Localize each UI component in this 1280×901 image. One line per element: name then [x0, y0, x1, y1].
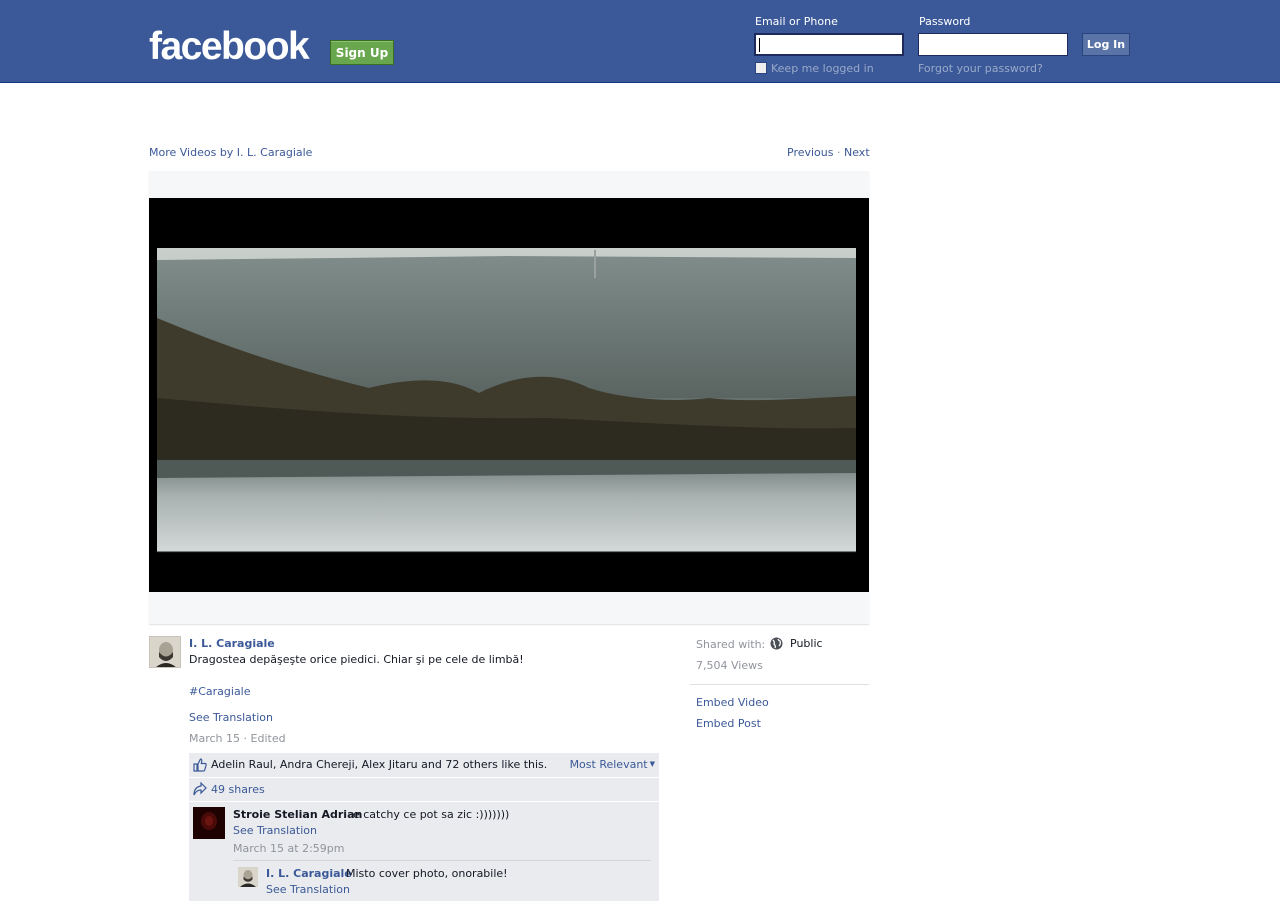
reply-see-translation-link[interactable]: See Translation — [266, 883, 350, 896]
post-timestamp[interactable]: March 15 · Edited — [189, 732, 286, 745]
reply-author-name[interactable]: I. L. Caragiale — [266, 867, 352, 880]
like-thumb-icon[interactable] — [193, 758, 207, 772]
sort-comments-dropdown[interactable]: Most Relevant ▼ — [570, 758, 655, 771]
hashtag-link[interactable]: #Caragiale — [189, 685, 251, 698]
sort-label: Most Relevant — [569, 758, 648, 771]
more-videos-link[interactable]: More Videos by I. L. Caragiale — [149, 146, 312, 159]
comment-text: e catchy ce pot sa zic :))))))) — [353, 808, 510, 821]
reply-author-avatar[interactable] — [238, 867, 258, 887]
shares-row: 49 shares — [189, 778, 659, 802]
likes-summary[interactable]: Adelin Raul, Andra Chereji, Alex Jitaru … — [211, 758, 547, 771]
next-link[interactable]: Next — [844, 146, 870, 159]
password-input[interactable] — [918, 33, 1068, 56]
post-author-name[interactable]: I. L. Caragiale — [189, 637, 275, 650]
email-label: Email or Phone — [755, 15, 838, 28]
reply-divider — [233, 860, 651, 861]
commenter-name[interactable]: Stroie Stelian Adrian — [233, 808, 362, 821]
commenter-avatar[interactable] — [193, 807, 225, 839]
likes-row: Adelin Raul, Andra Chereji, Alex Jitaru … — [189, 753, 659, 778]
author-avatar[interactable] — [149, 636, 181, 668]
embed-post-link[interactable]: Embed Post — [696, 717, 761, 730]
password-label: Password — [919, 15, 971, 28]
comment-see-translation-link[interactable]: See Translation — [233, 824, 317, 837]
feedback-panel: Adelin Raul, Andra Chereji, Alex Jitaru … — [189, 753, 659, 901]
reply-author-portrait-image — [238, 867, 258, 887]
privacy-label: Public — [790, 637, 823, 650]
forgot-password-link[interactable]: Forgot your password? — [918, 62, 1043, 75]
keep-logged-in-checkbox[interactable] — [755, 62, 767, 74]
shares-count-link[interactable]: 49 shares — [211, 783, 265, 796]
video-still — [157, 248, 856, 553]
video-player[interactable] — [149, 198, 869, 592]
see-translation-link[interactable]: See Translation — [189, 711, 273, 724]
text-caret — [759, 38, 760, 52]
top-bar: facebook Sign Up Email or Phone Password… — [0, 0, 1280, 83]
post-text: Dragostea depăşeşte orice piedici. Chiar… — [189, 653, 524, 666]
email-input[interactable] — [754, 33, 904, 56]
facebook-logo[interactable]: facebook — [149, 27, 310, 67]
author-portrait-image — [150, 637, 180, 667]
shared-with-label: Shared with: — [696, 638, 766, 651]
globe-icon — [770, 637, 783, 650]
sign-up-button[interactable]: Sign Up — [330, 40, 394, 65]
share-arrow-icon — [193, 782, 207, 796]
log-in-button[interactable]: Log In — [1082, 33, 1130, 56]
caret-down-icon: ▼ — [649, 760, 655, 768]
sidebar-divider — [690, 684, 869, 685]
keep-logged-in-label[interactable]: Keep me logged in — [771, 62, 874, 75]
prev-next-nav: Previous · Next — [787, 146, 870, 159]
embed-video-link[interactable]: Embed Video — [696, 696, 769, 709]
nav-separator: · — [833, 146, 844, 159]
comment-timestamp[interactable]: March 15 at 2:59pm — [233, 842, 344, 855]
reply-text: Misto cover photo, onorabile! — [346, 867, 508, 880]
view-count: 7,504 Views — [696, 659, 763, 672]
commenter-photo-image — [193, 807, 225, 839]
previous-link[interactable]: Previous — [787, 146, 834, 159]
